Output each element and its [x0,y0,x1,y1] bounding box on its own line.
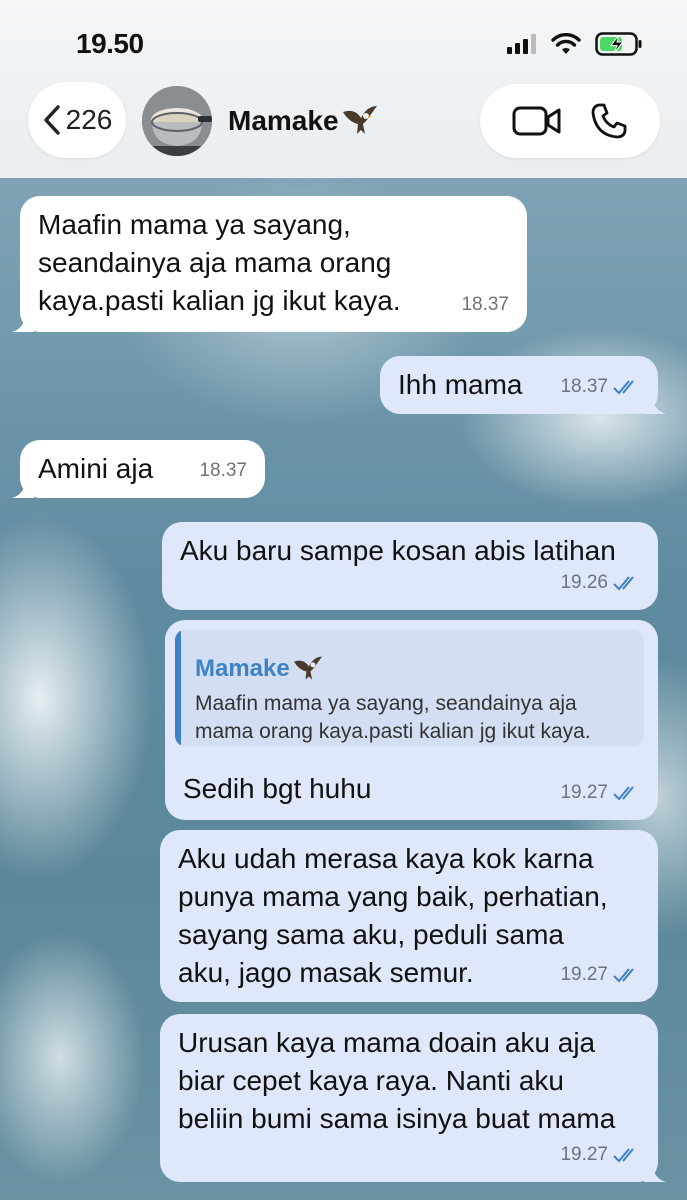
message-bubble-outgoing[interactable]: Ihh mama 18.37 [380,356,666,414]
message-time: 18.37 [560,376,608,397]
bubble-tail [12,310,34,332]
bubble-tail [644,1160,666,1182]
contact-name[interactable]: Mamake [228,104,379,138]
call-actions [480,84,660,158]
quoted-sender: Mamake [195,650,324,688]
double-check-icon [613,786,634,801]
message-meta: 18.37 [461,286,509,324]
double-check-icon [613,968,634,983]
message-bubble-outgoing[interactable]: Aku baru sampe kosan abis latihan 19.26 [162,522,658,610]
message-time: 18.37 [199,460,247,481]
message-meta: 18.37 [199,452,247,490]
bubble-tail [12,476,34,498]
message-meta: 18.37 [560,368,640,406]
message-time: 18.37 [461,294,509,315]
message-meta: 19.26 [560,564,640,602]
contact-name-text: Mamake [228,105,339,136]
status-icons [507,32,643,56]
quoted-message[interactable]: Mamake Maafin mama ya sayang, seandainya… [175,630,644,746]
phone-call-icon[interactable] [590,102,628,140]
contact-avatar[interactable] [142,86,212,156]
message-bubble-outgoing-reply[interactable]: Mamake Maafin mama ya sayang, seandainya… [165,620,658,820]
message-time: 19.26 [560,572,608,593]
double-check-icon [613,576,634,591]
message-meta: 19.27 [560,1136,640,1174]
message-bubble-incoming[interactable]: Amini aja 18.37 [12,440,265,498]
back-button[interactable]: 226 [28,82,126,158]
status-time: 19.50 [76,28,144,59]
message-time: 19.27 [560,1144,608,1165]
cooking-pot-image [142,86,212,156]
double-check-icon [613,1148,634,1163]
battery-charging-icon [595,32,642,56]
double-check-icon [613,380,634,395]
video-call-icon[interactable] [512,105,562,137]
bubble-tail [644,392,666,414]
message-bubble-incoming[interactable]: Maafin mama ya sayang, seandainya aja ma… [12,196,527,332]
chevron-left-icon [43,105,60,135]
message-time: 19.27 [560,964,608,985]
message-text: Maafin mama ya sayang, seandainya aja ma… [38,209,401,316]
unread-count: 226 [65,104,113,135]
eagle-icon [293,656,322,680]
message-time: 19.27 [560,782,608,803]
quote-bar [175,630,181,746]
quoted-sender-name: Mamake [195,655,290,682]
message-meta: 19.27 [560,774,640,812]
quoted-text: Maafin mama ya sayang, seandainya aja ma… [195,692,591,743]
chat-header: 19.50 226 Mamake [0,0,687,178]
message-meta: 19.27 [560,956,640,994]
message-bubble-outgoing[interactable]: Urusan kaya mama doain aku aja biar cepe… [160,1014,666,1182]
wifi-icon [551,33,581,54]
cellular-signal-icon [507,34,536,54]
message-text: Urusan kaya mama doain aku aja biar cepe… [178,1027,616,1134]
eagle-icon [342,106,377,134]
message-bubble-outgoing[interactable]: Aku udah merasa kaya kok karna punya mam… [160,830,658,1002]
message-text: Sedih bgt huhu [183,773,372,804]
